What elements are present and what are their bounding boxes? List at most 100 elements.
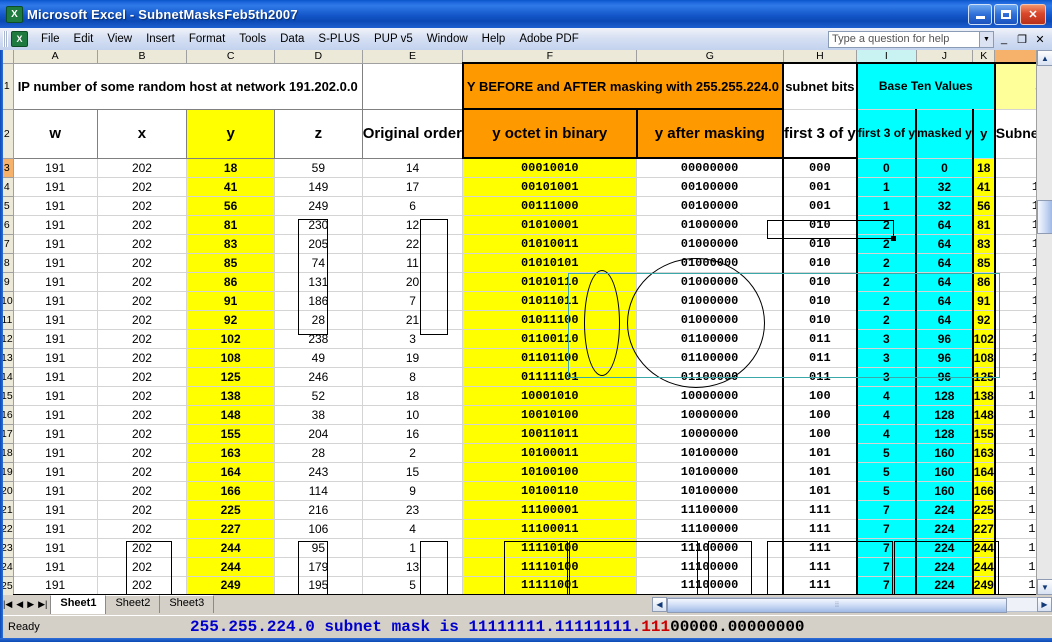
- cell-masked-y-6[interactable]: 64: [915, 214, 974, 235]
- cell-original-order-15[interactable]: 18: [361, 385, 464, 406]
- cell-y-after-masking-3[interactable]: 00000000: [636, 157, 784, 178]
- cell-w-19[interactable]: 191: [12, 461, 98, 482]
- cell-first3-of-y-17[interactable]: 4: [856, 423, 918, 444]
- cell-w-8[interactable]: 191: [12, 252, 98, 273]
- cell-original-order-5[interactable]: 6: [361, 195, 464, 216]
- cell-first3-of-y-13[interactable]: 3: [856, 347, 918, 368]
- cell-y-after-masking-6[interactable]: 01000000: [636, 214, 784, 235]
- cell-w-25[interactable]: 191: [12, 575, 98, 596]
- cell-w-20[interactable]: 191: [12, 480, 98, 501]
- cell-original-order-7[interactable]: 22: [361, 233, 464, 254]
- column-header-k[interactable]: K: [972, 50, 996, 64]
- cell-z-16[interactable]: 38: [273, 404, 363, 425]
- chevron-down-icon[interactable]: ▼: [980, 30, 994, 48]
- cell-y-after-masking-10[interactable]: 01000000: [636, 290, 784, 311]
- cell-y-base10-16[interactable]: 148: [972, 404, 996, 425]
- cell-y-after-masking-22[interactable]: 11100000: [636, 518, 784, 539]
- cell-masked-y-18[interactable]: 160: [915, 442, 974, 463]
- cell-x-9[interactable]: 202: [96, 271, 188, 292]
- cell-masked-y-23[interactable]: 224: [915, 537, 974, 558]
- cell-w-15[interactable]: 191: [12, 385, 98, 406]
- cell-first3-of-y-22[interactable]: 7: [856, 518, 918, 539]
- column-header-f[interactable]: F: [462, 50, 638, 64]
- cell-x-6[interactable]: 202: [96, 214, 188, 235]
- cell-original-order-12[interactable]: 3: [361, 328, 464, 349]
- cell-w-17[interactable]: 191: [12, 423, 98, 444]
- cell-subnet-bits-11[interactable]: 010: [782, 309, 858, 330]
- cell-original-order-23[interactable]: 1: [361, 537, 464, 558]
- cell-subnet-bits-14[interactable]: 011: [782, 366, 858, 387]
- cell-x-18[interactable]: 202: [96, 442, 188, 463]
- cell-subnet-bits-20[interactable]: 101: [782, 480, 858, 501]
- cell-y-octet-binary-21[interactable]: 11100001: [462, 499, 638, 520]
- cell-y-base10-25[interactable]: 249: [972, 575, 996, 596]
- horizontal-scroll-thumb[interactable]: ⁞⁞: [667, 597, 1007, 613]
- cell-original-order-4[interactable]: 17: [361, 176, 464, 197]
- cell-y-after-masking-25[interactable]: 11100000: [636, 575, 784, 596]
- cell-subnet-bits-3[interactable]: 000: [782, 157, 858, 178]
- menu-item-format[interactable]: Format: [182, 31, 232, 47]
- cell-y-after-masking-12[interactable]: 01100000: [636, 328, 784, 349]
- cell-y-14[interactable]: 125: [186, 366, 275, 387]
- cell-original-order-9[interactable]: 20: [361, 271, 464, 292]
- cell-subnet-bits-9[interactable]: 010: [782, 271, 858, 292]
- cell-z-25[interactable]: 195: [273, 575, 363, 596]
- prev-sheet-icon[interactable]: ◀: [16, 599, 23, 610]
- cell-subnet-bits-6[interactable]: 010: [782, 214, 858, 235]
- cell-w-3[interactable]: 191: [12, 157, 98, 178]
- cell-y-3[interactable]: 18: [186, 157, 275, 178]
- menu-item-edit[interactable]: Edit: [67, 31, 101, 47]
- cell-z-8[interactable]: 74: [273, 252, 363, 273]
- cell-w-6[interactable]: 191: [12, 214, 98, 235]
- cell-masked-y-15[interactable]: 128: [915, 385, 974, 406]
- cell-masked-y-9[interactable]: 64: [915, 271, 974, 292]
- cell-first3-of-y-25[interactable]: 7: [856, 575, 918, 596]
- cell-y-19[interactable]: 164: [186, 461, 275, 482]
- cell-y-after-masking-8[interactable]: 01000000: [636, 252, 784, 273]
- cell-masked-y-10[interactable]: 64: [915, 290, 974, 311]
- cell-y-11[interactable]: 92: [186, 309, 275, 330]
- cell-z-10[interactable]: 186: [273, 290, 363, 311]
- cell-w-21[interactable]: 191: [12, 499, 98, 520]
- cell-y-octet-binary-12[interactable]: 01100110: [462, 328, 638, 349]
- cell-first3-of-y-14[interactable]: 3: [856, 366, 918, 387]
- cell-w-7[interactable]: 191: [12, 233, 98, 254]
- cell-subnet-bits-18[interactable]: 101: [782, 442, 858, 463]
- cell-w-9[interactable]: 191: [12, 271, 98, 292]
- cell-y-17[interactable]: 155: [186, 423, 275, 444]
- hdr-w[interactable]: w: [12, 108, 98, 159]
- cell-y-base10-3[interactable]: 18: [972, 157, 996, 178]
- cell-y-8[interactable]: 85: [186, 252, 275, 273]
- cell-w-13[interactable]: 191: [12, 347, 98, 368]
- column-header-i[interactable]: I: [856, 50, 917, 64]
- hdr-z[interactable]: z: [273, 108, 363, 159]
- cell-original-order-11[interactable]: 21: [361, 309, 464, 330]
- cell-y-base10-11[interactable]: 92: [972, 309, 996, 330]
- cell-x-25[interactable]: 202: [96, 575, 188, 596]
- cell-first3-of-y-24[interactable]: 7: [856, 556, 918, 577]
- cell-x-17[interactable]: 202: [96, 423, 188, 444]
- column-header-e[interactable]: E: [361, 50, 464, 64]
- cell-w-5[interactable]: 191: [12, 195, 98, 216]
- cell-y-after-masking-11[interactable]: 01000000: [636, 309, 784, 330]
- cell-y-octet-binary-5[interactable]: 00111000: [462, 195, 638, 216]
- cell-y-after-masking-17[interactable]: 10000000: [636, 423, 784, 444]
- cell-y-base10-18[interactable]: 163: [972, 442, 996, 463]
- minimize-button[interactable]: [968, 3, 992, 25]
- hdr-y-base10[interactable]: y: [972, 108, 996, 159]
- cell-x-16[interactable]: 202: [96, 404, 188, 425]
- cell-first3-of-y-6[interactable]: 2: [856, 214, 918, 235]
- column-header-g[interactable]: G: [636, 50, 784, 64]
- cell-z-20[interactable]: 114: [273, 480, 363, 501]
- cell-first3-of-y-4[interactable]: 1: [856, 176, 918, 197]
- cell-original-order-6[interactable]: 12: [361, 214, 464, 235]
- cell-y-13[interactable]: 108: [186, 347, 275, 368]
- cell-z-7[interactable]: 205: [273, 233, 363, 254]
- cell-first3-of-y-19[interactable]: 5: [856, 461, 918, 482]
- cell-y-base10-20[interactable]: 166: [972, 480, 996, 501]
- cell-masked-y-12[interactable]: 96: [915, 328, 974, 349]
- cell-masked-y-25[interactable]: 224: [915, 575, 974, 596]
- cell-y-after-masking-16[interactable]: 10000000: [636, 404, 784, 425]
- cell-x-23[interactable]: 202: [96, 537, 188, 558]
- cell-original-order-18[interactable]: 2: [361, 442, 464, 463]
